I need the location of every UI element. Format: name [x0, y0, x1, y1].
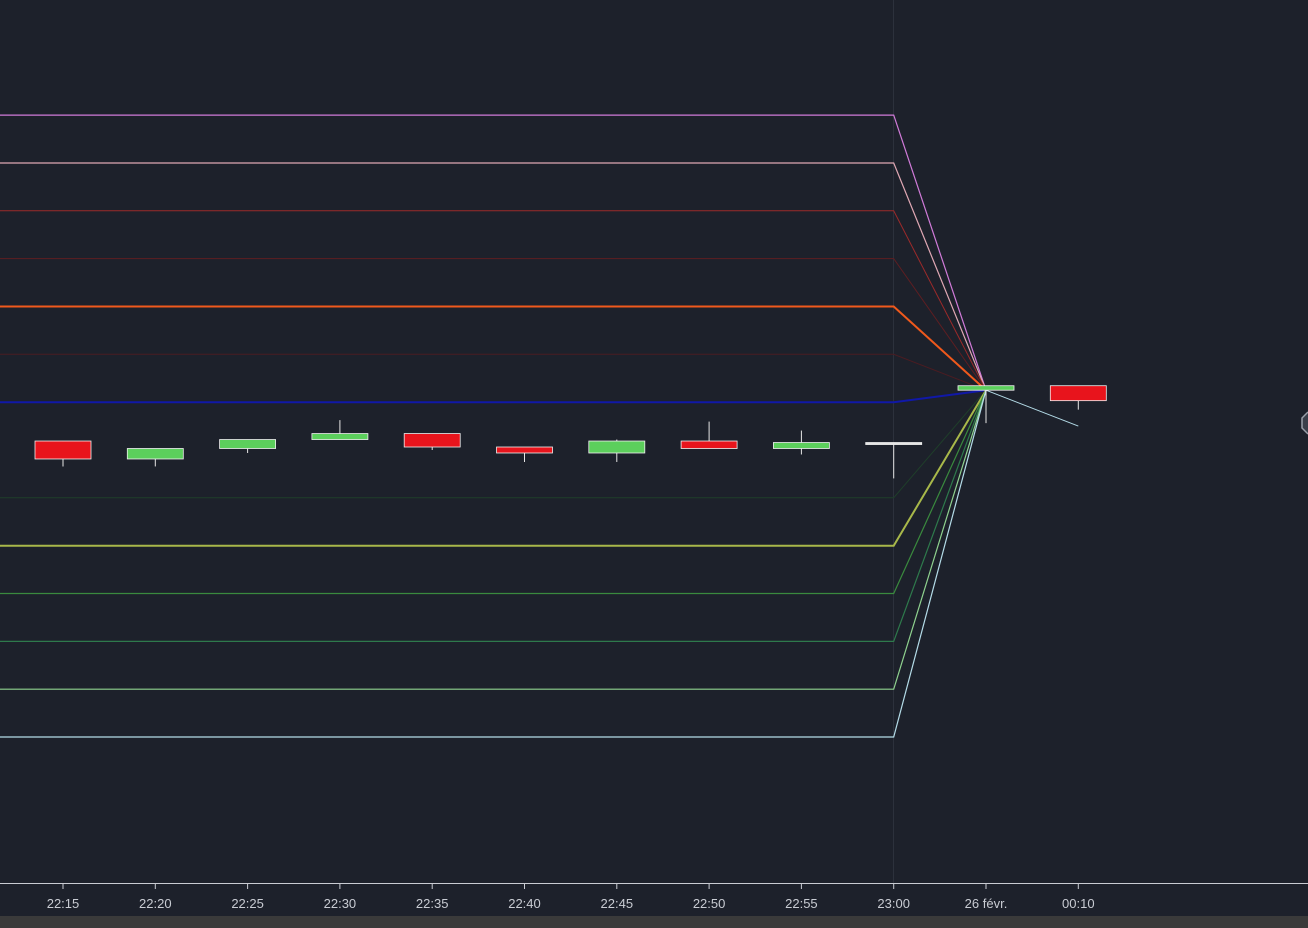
candle-23:00[interactable] — [865, 442, 923, 479]
candle-26 févr.[interactable] — [957, 385, 1015, 424]
indicator-line-8 — [0, 389, 987, 499]
x-tick-label: 22:55 — [785, 896, 818, 911]
candle-body — [773, 442, 830, 449]
price-chart[interactable]: 22:15 22:20 22:25 22:30 22:35 22:40 22:45 22:50… — [0, 0, 1308, 928]
candle-body — [588, 440, 646, 454]
indicator-line-13 — [0, 390, 987, 738]
candle-22:25[interactable] — [219, 439, 277, 453]
x-tick-label: 26 févr. — [965, 896, 1008, 911]
indicator-line-4 — [0, 258, 987, 391]
candle-22:20[interactable] — [126, 448, 184, 467]
x-tick-label: 00:10 — [1062, 896, 1095, 911]
candle-body — [219, 439, 277, 449]
x-tick-label: 22:45 — [601, 896, 634, 911]
indicator-line-6 — [0, 353, 987, 391]
indicator-line-5 — [0, 305, 987, 391]
candle-22:15[interactable] — [34, 440, 92, 467]
candle-body — [496, 446, 553, 454]
candle-body — [865, 442, 923, 445]
indicator-line-12 — [0, 390, 987, 690]
candle-22:35[interactable] — [403, 433, 461, 450]
candle-22:55[interactable] — [773, 430, 830, 455]
candle-00:10[interactable] — [1049, 385, 1107, 410]
x-tick-label: 22:25 — [231, 896, 264, 911]
indicator-line-3 — [0, 210, 987, 391]
x-tick-label: 22:40 — [508, 896, 541, 911]
x-tick-label: 22:15 — [47, 896, 80, 911]
candle-body — [680, 440, 738, 449]
candle-22:50[interactable] — [680, 421, 738, 449]
indicator-line-1 — [0, 114, 987, 391]
bottom-scrollbar[interactable] — [0, 916, 1308, 928]
candle-body — [126, 448, 184, 460]
indicator-line-9 — [0, 389, 987, 547]
candle-22:40[interactable] — [496, 446, 553, 462]
x-axis-ticks: 22:15 22:20 22:25 22:30 22:35 22:40 22:45 22:50… — [47, 884, 1095, 911]
x-tick-label: 22:35 — [416, 896, 449, 911]
x-tick-label: 22:30 — [324, 896, 357, 911]
candle-body — [957, 385, 1015, 391]
candle-22:45[interactable] — [588, 439, 646, 462]
candle-body — [311, 433, 369, 440]
indicator-line-10 — [0, 389, 987, 595]
chart-area[interactable]: 22:15 22:20 22:25 22:30 22:35 22:40 22:45 22:50… — [0, 0, 1308, 928]
candle-22:30[interactable] — [311, 420, 369, 440]
candle-body — [403, 433, 461, 448]
indicator-lines — [0, 114, 1079, 738]
candle-body — [1049, 385, 1107, 402]
candle-body — [34, 440, 92, 460]
scroll-handle-icon[interactable] — [1301, 411, 1308, 435]
indicator-line-7 — [0, 389, 987, 404]
indicator-line-2 — [0, 162, 987, 391]
x-tick-label: 22:50 — [693, 896, 726, 911]
x-tick-label: 22:20 — [139, 896, 172, 911]
indicator-line-11 — [0, 389, 987, 643]
x-tick-label: 23:00 — [877, 896, 910, 911]
candles — [34, 385, 1107, 479]
